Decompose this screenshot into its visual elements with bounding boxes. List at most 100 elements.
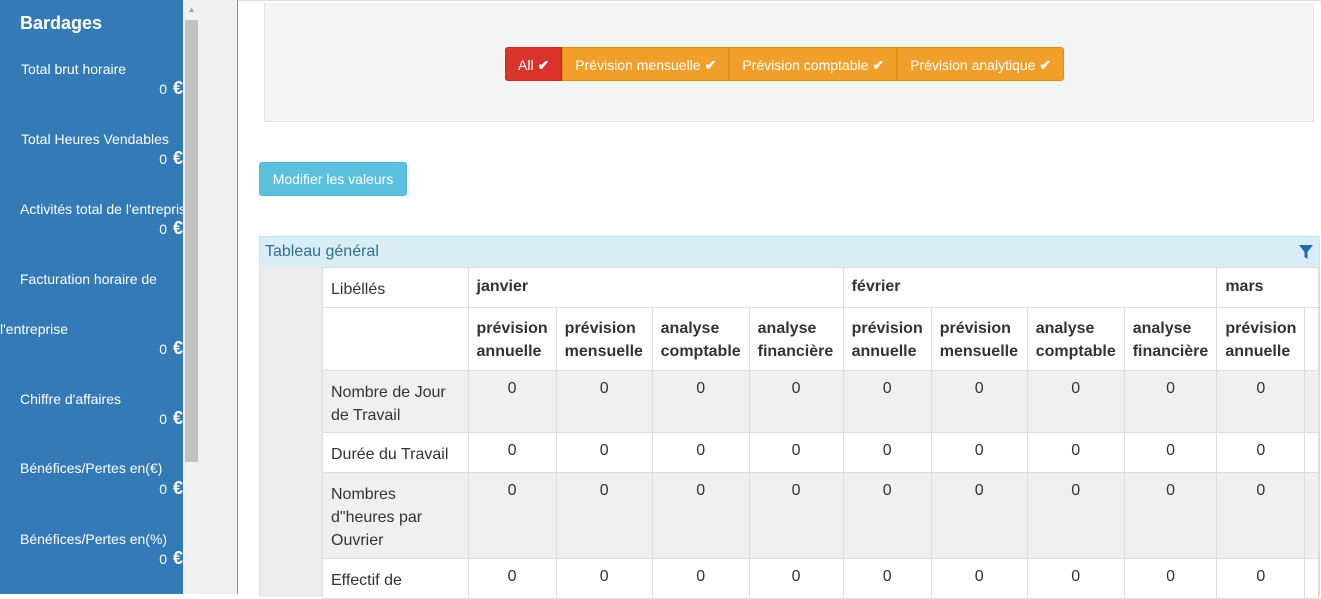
table-edge (1304, 432, 1319, 473)
main-content: All ✔ Prévision mensuelle ✔ Prévision comp… (237, 0, 1321, 599)
funnel-icon[interactable] (1299, 244, 1313, 260)
table-cell: 0 (930, 370, 1028, 433)
panel-title: Tableau général (265, 243, 379, 260)
scrollbar-thumb[interactable] (185, 20, 198, 462)
table-cell: 0 (842, 370, 932, 433)
scroll-up-arrow-icon[interactable]: ▲ (183, 4, 200, 16)
sidebar-item-activites-total-label: Activités total de l'entreprise (20, 201, 183, 217)
subheader-prevision-annuelle: prévision annuelle (467, 307, 557, 371)
filter-all-button[interactable]: All ✔ (505, 47, 563, 81)
panel-left-gutter (260, 267, 322, 597)
table-cell: 0 (1216, 370, 1306, 433)
general-table-panel: Tableau général Libéllés janvier février… (259, 236, 1320, 599)
table-cell: 0 (748, 432, 844, 473)
table-row: Nombre de Jour de Travail 0 0 0 0 0 0 0 0… (322, 370, 1319, 433)
table-cell: 0 (842, 432, 932, 473)
table-cell: 0 (1123, 370, 1218, 433)
table-cell: 0 (748, 558, 844, 599)
table-row: Durée du Travail 0 0 0 0 0 0 0 0 0 (322, 432, 1319, 473)
table-edge (1304, 370, 1319, 433)
sidebar-item-benefices-percent-value: 0 € (159, 548, 183, 568)
table-cell: 0 (1123, 432, 1218, 473)
table-cell: 0 (930, 472, 1028, 559)
check-icon: ✔ (537, 57, 550, 73)
table-cell: 0 (651, 558, 750, 599)
month-header-fevrier: février (842, 267, 1218, 308)
general-table: Libéllés janvier février mars prévision a… (322, 267, 1319, 599)
sidebar-item-facturation-horaire-label-2: l'entreprise (0, 321, 69, 337)
sidebar: Bardages Total brut horaire 0 € Total Heu… (0, 0, 183, 594)
check-icon: ✔ (1039, 57, 1052, 73)
row-label: Effectif de (322, 558, 469, 599)
table-cell: 0 (748, 370, 844, 433)
row-label: Nombres d"heures par Ouvrier (322, 472, 469, 559)
table-cell: 0 (930, 558, 1028, 599)
sidebar-item-benefices-euro-label: Bénéfices/Pertes en(€) (20, 460, 163, 476)
table-cell: 0 (467, 432, 557, 473)
table-cell: 0 (1026, 472, 1125, 559)
subheader-prevision-annuelle: prévision annuelle (842, 307, 932, 371)
filter-prevision-mensuelle-button[interactable]: Prévision mensuelle ✔ (562, 47, 730, 81)
table-edge (1304, 558, 1319, 599)
table-cell: 0 (1026, 370, 1125, 433)
sidebar-item-total-heures-vendables-value: 0 € (159, 148, 183, 168)
table-cell: 0 (467, 370, 557, 433)
sidebar-item-chiffre-affaires-value: 0 € (159, 408, 183, 428)
panel-heading: Tableau général (260, 237, 1319, 267)
subheader-analyse-financiere: analyse financière (1123, 307, 1218, 371)
table-cell: 0 (1216, 432, 1306, 473)
subheader-prevision-annuelle: prévision annuelle (1216, 307, 1306, 371)
sidebar-item-activites-total-value: 0 € (159, 218, 183, 238)
subheader-analyse-comptable: analyse comptable (651, 307, 750, 371)
sidebar-item-facturation-horaire-value: 0 € (159, 338, 183, 358)
table-edge (1304, 472, 1319, 559)
table-cell: 0 (842, 472, 932, 559)
table-cell: 0 (651, 432, 750, 473)
filter-prevision-analytique-button[interactable]: Prévision analytique ✔ (897, 47, 1065, 81)
table-cell: 0 (842, 558, 932, 599)
table-cell: 0 (555, 432, 653, 473)
subheader-prevision-mensuelle: prévision mensuelle (555, 307, 653, 371)
content-gutter (200, 0, 237, 594)
sidebar-title: Bardages (20, 13, 103, 33)
check-icon: ✔ (704, 57, 717, 73)
table-cell: 0 (467, 472, 557, 559)
check-icon: ✔ (872, 57, 885, 73)
table-edge (1304, 307, 1319, 371)
table-cell: 0 (555, 472, 653, 559)
modify-values-button[interactable]: Modifier les valeurs (259, 162, 407, 196)
table-cell: 0 (1026, 432, 1125, 473)
filter-button-group: All ✔ Prévision mensuelle ✔ Prévision comp… (505, 47, 1065, 81)
table-cell: 0 (555, 558, 653, 599)
month-header-mars: mars (1216, 267, 1319, 308)
row-label: Nombre de Jour de Travail (322, 370, 469, 433)
table-cell: 0 (1123, 558, 1218, 599)
table-cell: 0 (467, 558, 557, 599)
row-label: Durée du Travail (322, 432, 469, 473)
subheader-analyse-comptable: analyse comptable (1026, 307, 1125, 371)
table-cell: 0 (1216, 472, 1306, 559)
subheader-prevision-mensuelle: prévision mensuelle (930, 307, 1028, 371)
sidebar-item-total-brut-horaire-value: 0 € (159, 78, 183, 98)
sidebar-item-total-brut-horaire-label: Total brut horaire (21, 61, 127, 77)
table-cell: 0 (555, 370, 653, 433)
sidebar-item-facturation-horaire-label: Facturation horaire de (20, 271, 157, 287)
sidebar-item-total-heures-vendables-label: Total Heures Vendables (21, 131, 169, 147)
table-cell: 0 (651, 472, 750, 559)
filter-prevision-comptable-button[interactable]: Prévision comptable ✔ (729, 47, 898, 81)
sidebar-item-chiffre-affaires-label: Chiffre d'affaires (20, 391, 121, 407)
sidebar-item-benefices-euro-value: 0 € (159, 478, 183, 498)
sidebar-scrollbar[interactable]: ▲ (183, 0, 200, 594)
table-row: Nombres d"heures par Ouvrier 0 0 0 0 0 0 0… (322, 472, 1319, 559)
table-cell: 0 (748, 472, 844, 559)
month-header-janvier: janvier (467, 267, 844, 308)
table-cell: 0 (1123, 472, 1218, 559)
table-cell: 0 (930, 432, 1028, 473)
table-row: Effectif de 0 0 0 0 0 0 0 0 0 (322, 558, 1319, 599)
table-header-empty (322, 307, 469, 371)
table-cell: 0 (1026, 558, 1125, 599)
sidebar-item-benefices-percent-label: Bénéfices/Pertes en(%) (20, 531, 168, 547)
filter-well: All ✔ Prévision mensuelle ✔ Prévision comp… (264, 3, 1314, 122)
subheader-analyse-financiere: analyse financière (748, 307, 844, 371)
table-header-libelles: Libéllés (322, 267, 469, 308)
